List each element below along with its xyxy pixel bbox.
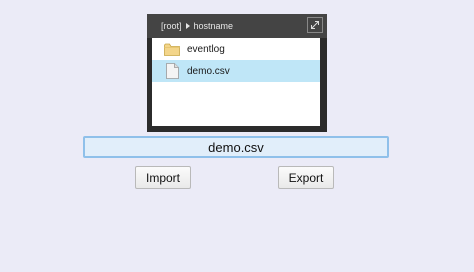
caret-right-icon <box>185 23 190 29</box>
export-button[interactable]: Export <box>278 166 334 189</box>
list-item-label: demo.csv <box>187 65 230 77</box>
list-item-label: eventlog <box>187 43 225 55</box>
file-icon <box>164 63 180 79</box>
list-item-demo-csv[interactable]: demo.csv <box>152 60 320 82</box>
file-list: eventlog demo.csv <box>152 38 320 126</box>
folder-icon <box>164 41 180 57</box>
expand-button[interactable] <box>307 17 323 33</box>
list-item-eventlog[interactable]: eventlog <box>152 38 320 60</box>
expand-icon <box>311 21 319 29</box>
breadcrumb: [root] hostname <box>147 14 327 38</box>
filename-field[interactable] <box>83 136 389 158</box>
file-browser-panel: [root] hostname eventlog demo.csv <box>147 14 327 132</box>
breadcrumb-root[interactable]: [root] <box>161 21 182 31</box>
breadcrumb-current[interactable]: hostname <box>194 21 234 31</box>
import-button[interactable]: Import <box>135 166 191 189</box>
